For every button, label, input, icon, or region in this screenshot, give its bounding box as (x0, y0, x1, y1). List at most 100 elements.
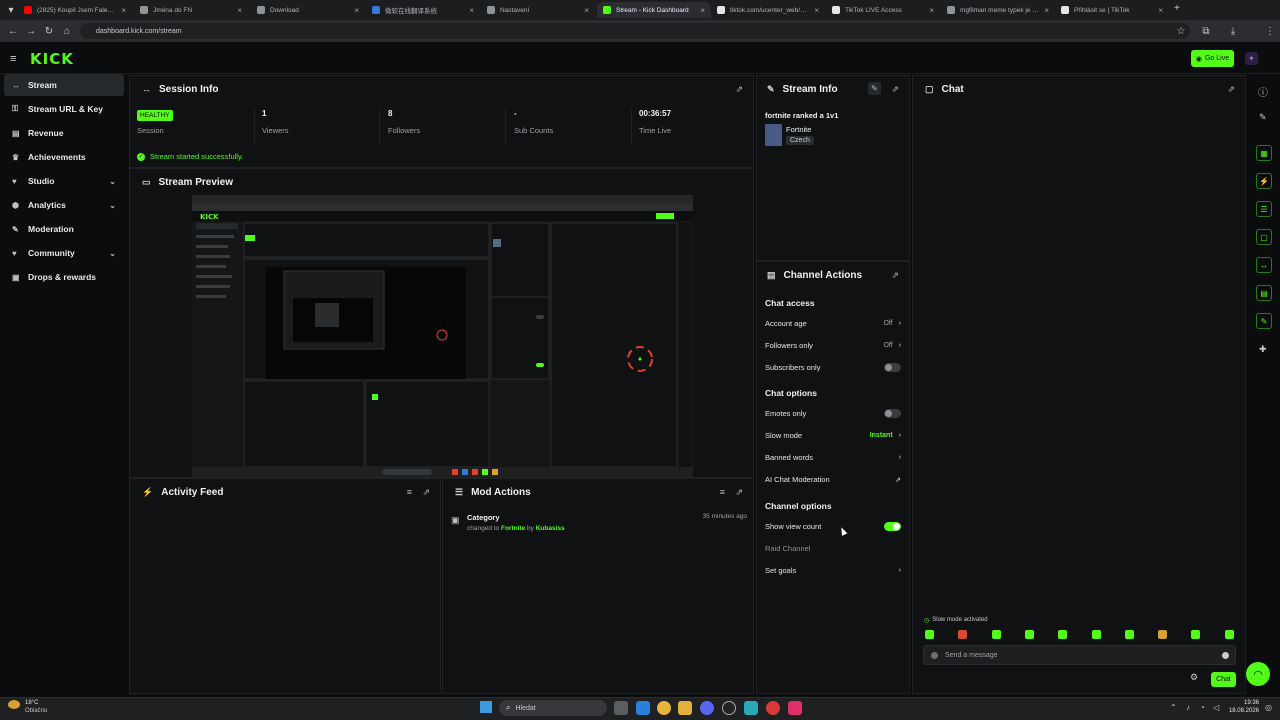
forward-icon[interactable]: → (22, 22, 40, 40)
emote-icon[interactable] (1058, 630, 1068, 639)
user-avatar[interactable]: ✦ (1245, 52, 1258, 65)
emote-icon[interactable] (1091, 630, 1101, 639)
emote-icon[interactable] (1158, 630, 1168, 639)
app-icon[interactable] (744, 701, 758, 715)
layout-widget-icon[interactable]: ▦ (1256, 145, 1272, 161)
emoji-icon[interactable] (931, 651, 938, 659)
wrench-widget-icon[interactable]: ✎ (1256, 313, 1272, 329)
lightning-widget-icon[interactable]: ⚡ (1256, 173, 1272, 189)
task-view-icon[interactable] (614, 701, 628, 715)
sidebar-item-revenue[interactable]: ▤ Revenue (4, 122, 124, 144)
home-icon[interactable]: ⌂ (58, 22, 76, 40)
popout-icon[interactable]: ⇗ (735, 84, 743, 95)
browser-app-icon[interactable] (766, 701, 780, 715)
url-field[interactable]: dashboard.kick.com/stream (80, 23, 1190, 39)
wifi-icon[interactable]: ◔ (1200, 703, 1205, 712)
microphone-icon[interactable]: ♪ (1186, 703, 1190, 712)
banned-words-row[interactable]: Banned words › (765, 453, 901, 462)
moderator-link[interactable]: Kubasiss (536, 525, 565, 532)
emote-icon[interactable] (1191, 630, 1201, 639)
subscribers-only-toggle[interactable] (884, 363, 901, 372)
browser-tab[interactable]: TikTok LIVE Access × (826, 2, 940, 18)
pencil-icon[interactable]: ✎ (1259, 112, 1267, 123)
windows-start-icon[interactable] (480, 701, 492, 713)
ai-chat-moderation-row[interactable]: AI Chat Moderation ⇗ (765, 475, 901, 484)
browser-tab[interactable]: Download × (251, 2, 365, 18)
chat-settings-gear-icon[interactable]: ⚙ (1190, 672, 1198, 683)
discord-icon[interactable] (700, 701, 714, 715)
emote-icon[interactable] (1224, 630, 1234, 639)
volume-icon[interactable]: ◁ (1213, 703, 1219, 712)
browser-tab[interactable]: tiktok.com/ucenter_web/one... × (711, 2, 825, 18)
category-link[interactable]: Fortnite (501, 525, 525, 532)
filter-icon[interactable]: ≡ (407, 487, 412, 497)
download-icon[interactable]: ⤓ (1224, 22, 1242, 40)
sidebar-item-analytics[interactable]: ⬢ Analytics ⌄ (4, 194, 124, 216)
chat-widget-icon[interactable]: ▢ (1256, 229, 1272, 245)
tab-close-icon[interactable]: × (469, 6, 474, 15)
tab-close-icon[interactable]: × (237, 6, 242, 15)
tray-chevron-icon[interactable]: ⌃ (1170, 703, 1177, 712)
reload-icon[interactable]: ↻ (40, 22, 58, 40)
slow-mode-row[interactable]: Slow mode Instant › (765, 431, 901, 440)
new-tab-icon[interactable]: + (1174, 3, 1180, 14)
emote-icon[interactable] (991, 630, 1001, 639)
sidebar-item-stream[interactable]: ↔ Stream (4, 74, 124, 96)
popout-icon[interactable]: ⇗ (422, 487, 430, 498)
tab-close-icon[interactable]: × (584, 6, 589, 15)
sidebar-item-moderation[interactable]: ✎ Moderation (4, 218, 124, 240)
popout-icon[interactable]: ⇗ (1227, 84, 1235, 95)
emote-icon[interactable] (958, 630, 968, 639)
emote-picker-icon[interactable] (1222, 651, 1229, 659)
clock-date[interactable]: 18.08.2026 (1227, 708, 1259, 714)
go-live-button[interactable]: ◉ Go Live (1191, 50, 1234, 67)
hamburger-menu-icon[interactable]: ≡ (10, 53, 16, 65)
chat-send-button[interactable]: Chat (1211, 672, 1236, 687)
widgets-icon[interactable] (636, 701, 650, 715)
popout-icon[interactable]: ⇗ (891, 84, 899, 95)
browser-tab[interactable]: Nastavení × (481, 2, 595, 18)
clock-time[interactable]: 19:36 (1231, 700, 1259, 706)
tab-close-icon[interactable]: × (700, 6, 705, 15)
filter-icon[interactable]: ≡ (720, 487, 725, 497)
kick-logo[interactable]: KICK (30, 50, 74, 68)
actions-widget-icon[interactable]: ▤ (1256, 285, 1272, 301)
sidebar-item-community[interactable]: ♥ Community ⌄ (4, 242, 124, 264)
tab-close-icon[interactable]: × (121, 6, 126, 15)
browser-tab[interactable]: (2825) Koupil Jsem Falešné Fo... × (18, 2, 132, 18)
list-widget-icon[interactable]: ☰ (1256, 201, 1272, 217)
followers-only-row[interactable]: Followers only Off › (765, 341, 901, 350)
emote-icon[interactable] (1124, 630, 1134, 639)
popout-icon[interactable]: ⇗ (735, 487, 743, 498)
tab-close-icon[interactable]: × (354, 6, 359, 15)
chrome-icon[interactable] (657, 701, 671, 715)
back-icon[interactable]: ← (4, 22, 22, 40)
chat-input[interactable]: Send a message (923, 645, 1236, 665)
tab-close-icon[interactable]: × (814, 6, 819, 15)
help-chat-icon[interactable]: ◠ (1246, 662, 1270, 686)
tab-close-icon[interactable]: × (1044, 6, 1049, 15)
popout-icon[interactable]: ⇗ (891, 270, 899, 281)
emotes-only-toggle[interactable] (884, 409, 901, 418)
extensions-icon[interactable]: ⧉ (1197, 22, 1215, 40)
sidebar-item-achievements[interactable]: ♛ Achievements (4, 146, 124, 168)
add-widget-icon[interactable]: ✚ (1259, 344, 1267, 355)
browser-tab[interactable]: mgfilman meme typek je mo... × (941, 2, 1055, 18)
tiktok-app-icon[interactable] (788, 701, 802, 715)
taskbar-search[interactable]: ⌕ Hledat (499, 700, 607, 716)
emote-icon[interactable] (925, 630, 934, 639)
edit-icon[interactable]: ✎ (868, 82, 881, 95)
raid-channel-row[interactable]: Raid Channel (765, 544, 901, 553)
account-age-row[interactable]: Account age Off › (765, 319, 901, 328)
sidebar-item-stream-url-key[interactable]: ⚿ Stream URL & Key (4, 98, 124, 120)
tab-close-icon[interactable]: × (1158, 6, 1163, 15)
browser-menu-icon[interactable]: ⋮ (1261, 22, 1279, 40)
browser-tab[interactable]: 微软在线翻译系统 × (366, 2, 480, 18)
obs-icon[interactable] (722, 701, 736, 715)
broadcast-widget-icon[interactable]: ↔ (1256, 257, 1272, 273)
emote-icon[interactable] (1024, 630, 1034, 639)
sidebar-item-studio[interactable]: ♥ Studio ⌄ (4, 170, 124, 192)
bookmark-star-icon[interactable]: ☆ (1172, 22, 1190, 40)
notification-bell-icon[interactable]: ◎ (1265, 703, 1272, 712)
file-explorer-icon[interactable] (678, 701, 692, 715)
